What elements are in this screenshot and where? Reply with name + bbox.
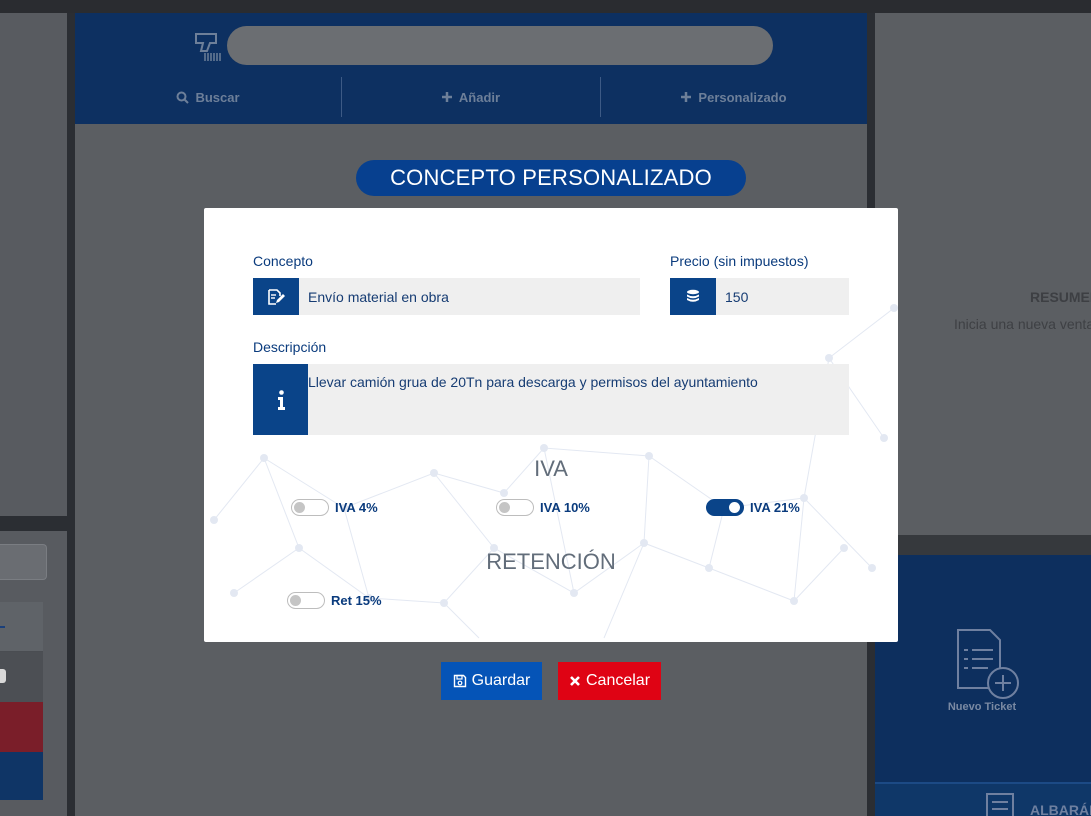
albaran-label: ALBARÁN [1030,802,1091,816]
product-toolbar: Buscar Añadir Personalizado [75,13,867,124]
dash-icon [0,626,5,628]
descripcion-value: Llevar camión grua de 20Tn para descarga… [308,374,758,390]
document-icon [986,793,1014,816]
left-panel-row[interactable] [0,652,43,702]
left-panel-row[interactable] [0,602,43,652]
toggle-switch[interactable] [291,499,329,516]
toggle-ret-15[interactable]: Ret 15% [287,592,382,609]
coins-icon [670,278,716,315]
toggle-label: IVA 10% [540,500,590,515]
tab-personalizado[interactable]: Personalizado [600,77,867,117]
close-icon [570,676,580,686]
toggle-iva-10[interactable]: IVA 10% [496,499,590,516]
concepto-value: Envío material en obra [308,288,449,305]
left-panel-row[interactable] [0,702,43,752]
retencion-title: RETENCIÓN [486,549,616,574]
plus-icon [441,92,452,102]
toggle-iva-21[interactable]: IVA 21% [706,499,800,516]
toggle-switch[interactable] [706,499,744,516]
plus-icon [681,92,692,102]
left-panel-bottom [0,531,67,816]
top-strip [0,0,1091,13]
toggle-label: Ret 15% [331,593,382,608]
new-ticket-button[interactable]: Nuevo Ticket [875,555,1091,782]
left-panel-row[interactable] [0,752,43,800]
custom-concept-dialog: Concepto Envío material en obra Precio (… [204,208,898,642]
search-icon [176,91,190,104]
albaran-button[interactable]: ALBARÁN [875,782,1091,816]
concepto-label: Concepto [253,253,313,269]
section-title: CONCEPTO PERSONALIZADO [356,160,746,196]
save-button[interactable]: Guardar [441,662,542,700]
tab-buscar[interactable]: Buscar [75,77,341,117]
toggle-switch[interactable] [287,592,325,609]
save-label: Guardar [471,672,531,689]
toggle-iva-4[interactable]: IVA 4% [291,499,378,516]
barcode-scanner-icon[interactable] [192,31,222,63]
tab-label: Añadir [458,89,501,105]
left-panel-top [0,13,67,516]
tab-label: Personalizado [698,89,787,105]
iva-title: IVA [534,456,568,481]
tab-label: Buscar [195,89,240,105]
toggle-label: IVA 21% [750,500,800,515]
toggle-label: IVA 4% [335,500,378,515]
panel-divider [875,535,1091,555]
descripcion-field[interactable]: Llevar camión grua de 20Tn para descarga… [253,364,849,435]
concepto-field[interactable]: Envío material en obra [253,278,640,315]
floppy-disk-icon [453,674,466,688]
precio-field[interactable]: 150 [670,278,849,315]
edit-document-icon [253,278,299,315]
cancel-label: Cancelar [585,672,651,689]
toggle-switch[interactable] [496,499,534,516]
search-input[interactable] [227,26,773,65]
info-icon [253,364,308,435]
precio-label: Precio (sin impuestos) [670,253,809,269]
precio-value: 150 [725,288,749,305]
descripcion-label: Descripción [253,339,327,355]
new-ticket-label: Nuevo Ticket [947,701,1017,713]
indicator-icon [0,669,6,683]
tab-anadir[interactable]: Añadir [341,77,600,117]
summary-subtitle: Inicia una nueva venta [954,316,1091,332]
summary-panel: RESUMEN Inicia una nueva venta Nuevo Tic… [875,13,1091,816]
new-ticket-icon [957,629,1019,699]
summary-title: RESUMEN [1030,289,1091,305]
left-panel-input[interactable] [0,544,47,580]
cancel-button[interactable]: Cancelar [558,662,661,700]
